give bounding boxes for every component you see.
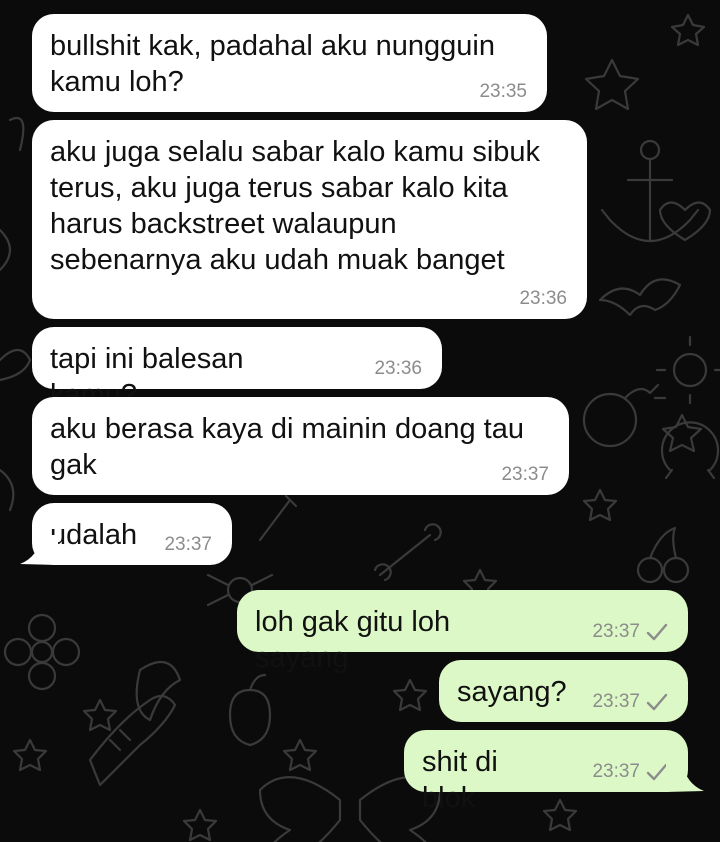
message-time: 23:37: [501, 464, 549, 485]
sent-check-icon: [646, 623, 668, 641]
message-time: 23:37: [164, 534, 212, 555]
message-time: 23:37: [592, 691, 640, 712]
bubble-tail: [666, 762, 704, 792]
message-meta: 23:37: [164, 534, 212, 556]
outgoing-message[interactable]: sayang? 23:37: [439, 660, 688, 722]
message-meta: 23:37: [592, 691, 668, 713]
message-meta: 23:37: [592, 761, 668, 783]
message-meta: 23:36: [519, 288, 567, 310]
message-text: aku juga selalu sabar kalo kamu sibuk te…: [50, 136, 541, 276]
incoming-message[interactable]: bullshit kak, padahal aku nungguin kamu …: [32, 14, 547, 112]
message-meta: 23:37: [501, 464, 549, 486]
sent-check-icon: [646, 763, 668, 781]
chat-thread: bullshit kak, padahal aku nungguin kamu …: [0, 0, 720, 842]
message-text: shit di blok: [422, 746, 498, 814]
message-text: bullshit kak, padahal aku nungguin kamu …: [50, 30, 495, 98]
incoming-message[interactable]: aku juga selalu sabar kalo kamu sibuk te…: [32, 120, 587, 319]
sent-check-icon: [646, 693, 668, 711]
message-meta: 23:37: [592, 621, 668, 643]
message-time: 23:37: [592, 621, 640, 642]
outgoing-message[interactable]: shit di blok 23:37: [404, 730, 688, 814]
message-meta: 23:36: [374, 358, 422, 380]
message-time: 23:36: [374, 358, 422, 379]
incoming-message[interactable]: udalah 23:37: [32, 503, 232, 565]
incoming-message[interactable]: aku berasa kaya di mainin doang tau gak …: [32, 397, 569, 495]
message-time: 23:37: [592, 761, 640, 782]
message-text: aku berasa kaya di mainin doang tau gak: [50, 413, 524, 481]
message-text: udalah: [50, 519, 138, 551]
message-text: sayang?: [457, 676, 567, 708]
message-meta: 23:35: [479, 81, 527, 103]
incoming-message[interactable]: tapi ini balesan kamu? 23:36: [32, 327, 442, 411]
message-time: 23:36: [519, 288, 567, 309]
message-time: 23:35: [479, 81, 527, 102]
bubble-tail: [20, 535, 58, 565]
outgoing-message[interactable]: loh gak gitu loh sayang 23:37: [237, 590, 688, 674]
